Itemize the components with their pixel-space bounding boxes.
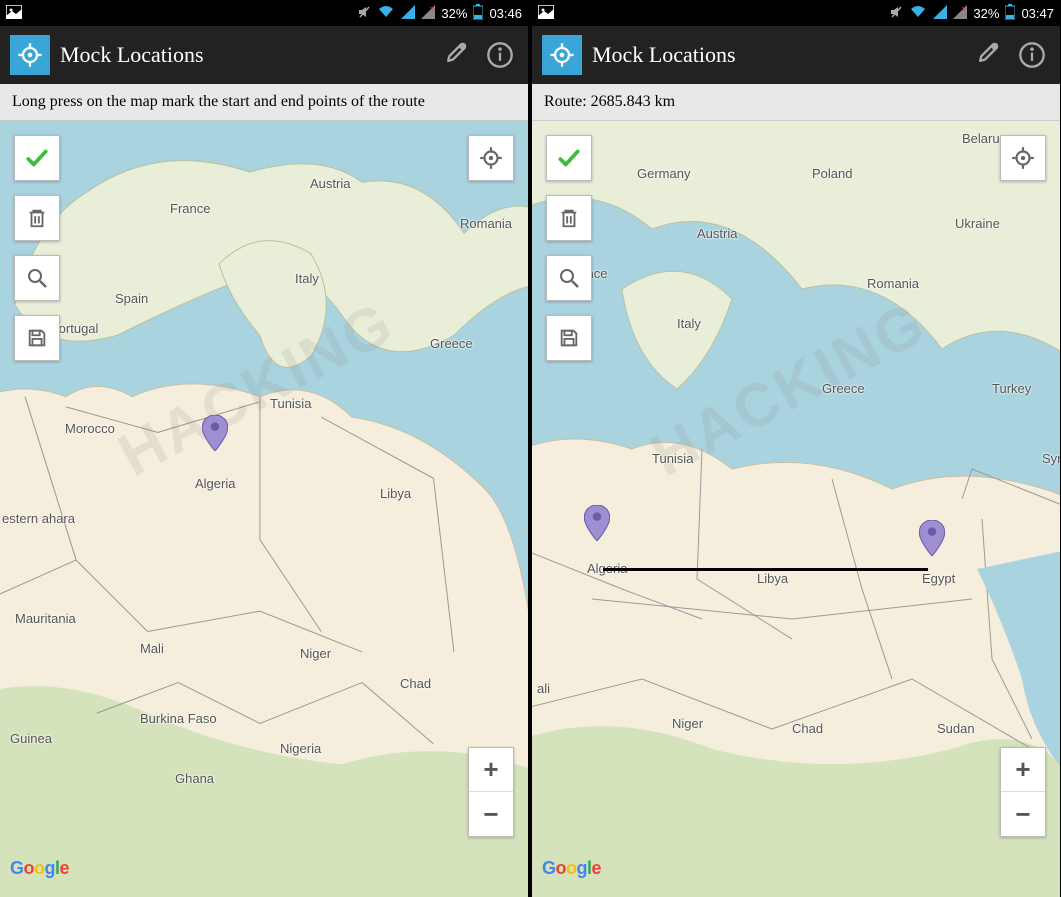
map-area[interactable]: HACKING BelarusGermanyPolandUkraineFranc… — [532, 121, 1060, 897]
zoom-out-button[interactable]: − — [1001, 792, 1045, 836]
svg-text:x: x — [962, 6, 966, 13]
my-location-button[interactable] — [1000, 135, 1046, 181]
battery-text: 32% — [441, 6, 467, 21]
zoom-out-button[interactable]: − — [469, 792, 513, 836]
app-title: Mock Locations — [60, 42, 426, 68]
picture-icon — [538, 5, 554, 22]
svg-text:x: x — [430, 6, 434, 13]
hint-bar: Route: 2685.843 km — [532, 84, 1060, 121]
save-button[interactable] — [546, 315, 592, 361]
google-logo: Google — [10, 858, 69, 879]
signal-icon — [933, 5, 947, 22]
zoom-control: + − — [1000, 747, 1046, 837]
signal-x-icon: x — [953, 5, 967, 22]
wifi-icon — [909, 5, 927, 22]
signal-x-icon: x — [421, 5, 435, 22]
mute-icon — [889, 5, 903, 22]
app-title: Mock Locations — [592, 42, 958, 68]
map-area[interactable]: HACKING FranceAustriaRomaniaSpainItalyGr… — [0, 121, 528, 897]
settings-button[interactable] — [436, 37, 472, 73]
status-bar: x 32% 03:47 — [532, 0, 1060, 26]
zoom-control: + − — [468, 747, 514, 837]
battery-icon — [473, 4, 483, 23]
battery-icon — [1005, 4, 1015, 23]
app-icon — [10, 35, 50, 75]
info-button[interactable] — [482, 37, 518, 73]
my-location-button[interactable] — [468, 135, 514, 181]
google-logo: Google — [542, 858, 601, 879]
map-background — [0, 121, 528, 897]
status-bar: x 32% 03:46 — [0, 0, 528, 26]
map-button-column — [14, 135, 60, 361]
zoom-in-button[interactable]: + — [1001, 748, 1045, 792]
app-bar: Mock Locations — [532, 26, 1060, 84]
wifi-icon — [377, 5, 395, 22]
app-bar: Mock Locations — [0, 26, 528, 84]
confirm-button[interactable] — [14, 135, 60, 181]
battery-text: 32% — [973, 6, 999, 21]
info-button[interactable] — [1014, 37, 1050, 73]
search-button[interactable] — [546, 255, 592, 301]
delete-button[interactable] — [14, 195, 60, 241]
save-button[interactable] — [14, 315, 60, 361]
phone-left: x 32% 03:46 Mock Locations Long press on… — [0, 0, 528, 897]
delete-button[interactable] — [546, 195, 592, 241]
picture-icon — [6, 5, 22, 22]
map-background — [532, 121, 1060, 897]
clock-text: 03:47 — [1021, 6, 1054, 21]
app-icon — [542, 35, 582, 75]
phone-right: x 32% 03:47 Mock Locations Route: 2685.8… — [532, 0, 1060, 897]
confirm-button[interactable] — [546, 135, 592, 181]
search-button[interactable] — [14, 255, 60, 301]
clock-text: 03:46 — [489, 6, 522, 21]
zoom-in-button[interactable]: + — [469, 748, 513, 792]
map-button-column — [546, 135, 592, 361]
hint-bar: Long press on the map mark the start and… — [0, 84, 528, 121]
mute-icon — [357, 5, 371, 22]
signal-icon — [401, 5, 415, 22]
route-line — [603, 568, 928, 571]
settings-button[interactable] — [968, 37, 1004, 73]
